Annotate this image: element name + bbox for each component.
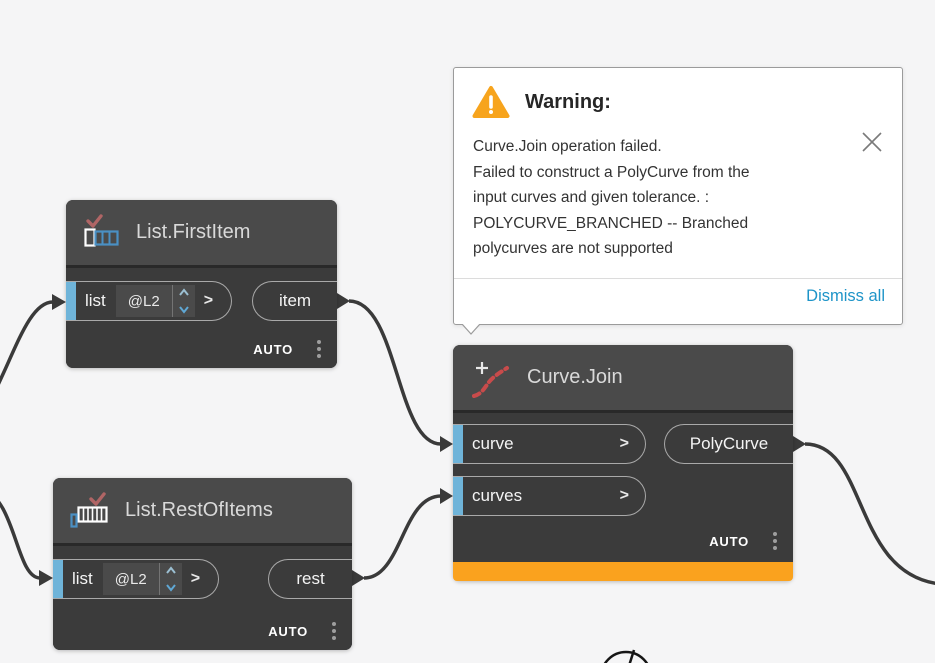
node-list-rest-of-items[interactable]: List.RestOfItems list @L2 > rest AUTO	[53, 478, 352, 650]
port-label: list	[85, 291, 106, 310]
curve-join-icon	[472, 361, 509, 398]
level-value: @L2	[114, 570, 147, 588]
lacing-mode-label[interactable]: AUTO	[268, 624, 308, 639]
node-title: Curve.Join	[527, 366, 623, 388]
list-level-control[interactable]: @L2	[115, 285, 195, 317]
warning-message: Curve.Join operation failed. Failed to c…	[473, 138, 750, 258]
warning-title: Warning:	[525, 90, 611, 113]
node-title: List.RestOfItems	[125, 499, 273, 521]
node-graph-canvas[interactable]: List.FirstItem list @L2 > item AUTO List…	[0, 0, 935, 663]
wire-rest-to-curves[interactable]	[352, 488, 453, 586]
output-port-rest[interactable]: rest	[268, 559, 352, 599]
port-accent-bar	[453, 477, 463, 515]
wire-into-firstitem-list[interactable]	[0, 294, 66, 432]
lacing-mode-label[interactable]: AUTO	[253, 342, 293, 357]
chevron-down-icon[interactable]	[178, 304, 190, 314]
port-accent-bar	[53, 560, 63, 598]
port-label: list	[72, 569, 93, 588]
chevron-up-icon[interactable]	[178, 288, 190, 298]
popup-divider	[454, 278, 902, 279]
input-port-curve[interactable]: curve >	[453, 424, 646, 464]
close-icon[interactable]	[861, 131, 883, 153]
warning-popup: Warning: Curve.Join operation failed. Fa…	[453, 67, 903, 335]
node-title: List.FirstItem	[136, 221, 251, 243]
list-rest-of-items-icon	[70, 491, 108, 528]
chevron-up-icon[interactable]	[165, 566, 177, 576]
port-expander[interactable]: >	[204, 292, 213, 310]
dismiss-all-link[interactable]: Dismiss all	[806, 287, 885, 306]
origin-marker-icon	[603, 649, 649, 663]
wire-polycurve-out[interactable]	[793, 436, 935, 585]
port-accent-bar	[453, 425, 463, 463]
wire-item-to-curve[interactable]	[337, 293, 453, 452]
list-first-item-icon	[84, 213, 119, 247]
port-expander[interactable]: >	[620, 487, 629, 505]
kebab-menu-icon[interactable]	[330, 620, 338, 642]
popup-tail	[461, 324, 481, 335]
level-value: @L2	[127, 292, 160, 310]
node-header[interactable]: Curve.Join	[453, 345, 793, 413]
port-label: rest	[296, 569, 325, 588]
input-port-list[interactable]: list @L2 >	[66, 281, 232, 321]
port-expander[interactable]: >	[191, 570, 200, 588]
node-header[interactable]: List.FirstItem	[66, 200, 337, 268]
lacing-mode-label[interactable]: AUTO	[709, 534, 749, 549]
node-header[interactable]: List.RestOfItems	[53, 478, 352, 546]
chevron-down-icon[interactable]	[165, 582, 177, 592]
port-label: PolyCurve	[689, 434, 769, 453]
node-curve-join[interactable]: Curve.Join curve > curves > PolyCurve AU…	[453, 345, 793, 581]
port-label: curves	[472, 486, 523, 505]
port-expander[interactable]: >	[620, 435, 629, 453]
port-label: curve	[472, 434, 514, 453]
node-warning-state-bar	[453, 562, 793, 581]
kebab-menu-icon[interactable]	[315, 338, 323, 360]
node-list-first-item[interactable]: List.FirstItem list @L2 > item AUTO	[66, 200, 337, 368]
port-accent-bar	[66, 282, 76, 320]
input-port-list[interactable]: list @L2 >	[53, 559, 219, 599]
wire-into-restofitems-list[interactable]	[0, 489, 53, 586]
port-label: item	[278, 291, 312, 310]
list-level-control[interactable]: @L2	[102, 563, 182, 595]
kebab-menu-icon[interactable]	[771, 530, 779, 552]
output-port-item[interactable]: item	[252, 281, 337, 321]
warning-icon	[472, 86, 510, 118]
output-port-polycurve[interactable]: PolyCurve	[664, 424, 793, 464]
input-port-curves[interactable]: curves >	[453, 476, 646, 516]
